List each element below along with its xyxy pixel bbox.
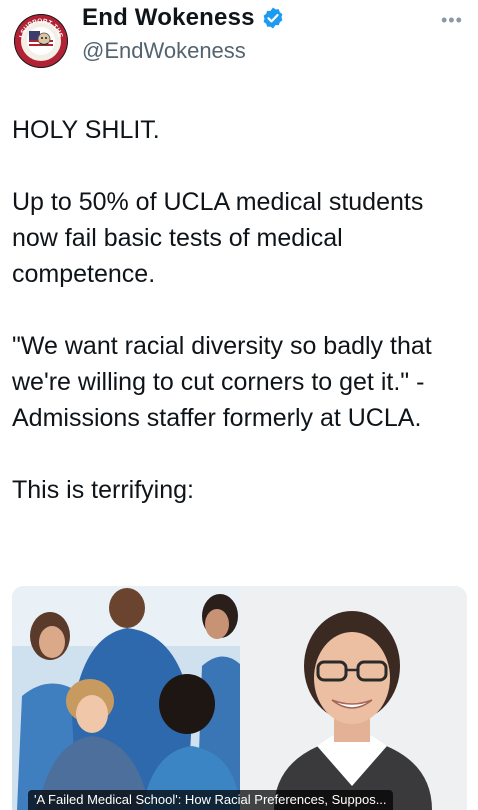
avatar[interactable]: I SUPPORT THE [14, 14, 68, 68]
card-caption[interactable]: 'A Failed Medical School': How Racial Pr… [28, 790, 393, 810]
tweet-paragraph: This is terrifying: [12, 476, 194, 504]
link-preview-card[interactable]: 'A Failed Medical School': How Racial Pr… [12, 586, 467, 810]
tweet-paragraph: "We want racial diversity so badly that … [12, 332, 432, 432]
tweet-paragraph: Up to 50% of UCLA medical students now f… [12, 188, 424, 288]
tweet-header: I SUPPORT THE End Wokeness @EndWokeness … [0, 0, 478, 80]
tweet-body: HOLY SHLIT. Up to 50% of UCLA medical st… [12, 112, 474, 544]
card-image [12, 586, 467, 810]
display-name[interactable]: End Wokeness [82, 4, 255, 32]
user-handle[interactable]: @EndWokeness [82, 38, 246, 64]
tweet-paragraph: HOLY SHLIT. [12, 116, 160, 144]
verified-badge-icon [261, 6, 285, 30]
more-options-icon[interactable]: ••• [441, 10, 463, 31]
